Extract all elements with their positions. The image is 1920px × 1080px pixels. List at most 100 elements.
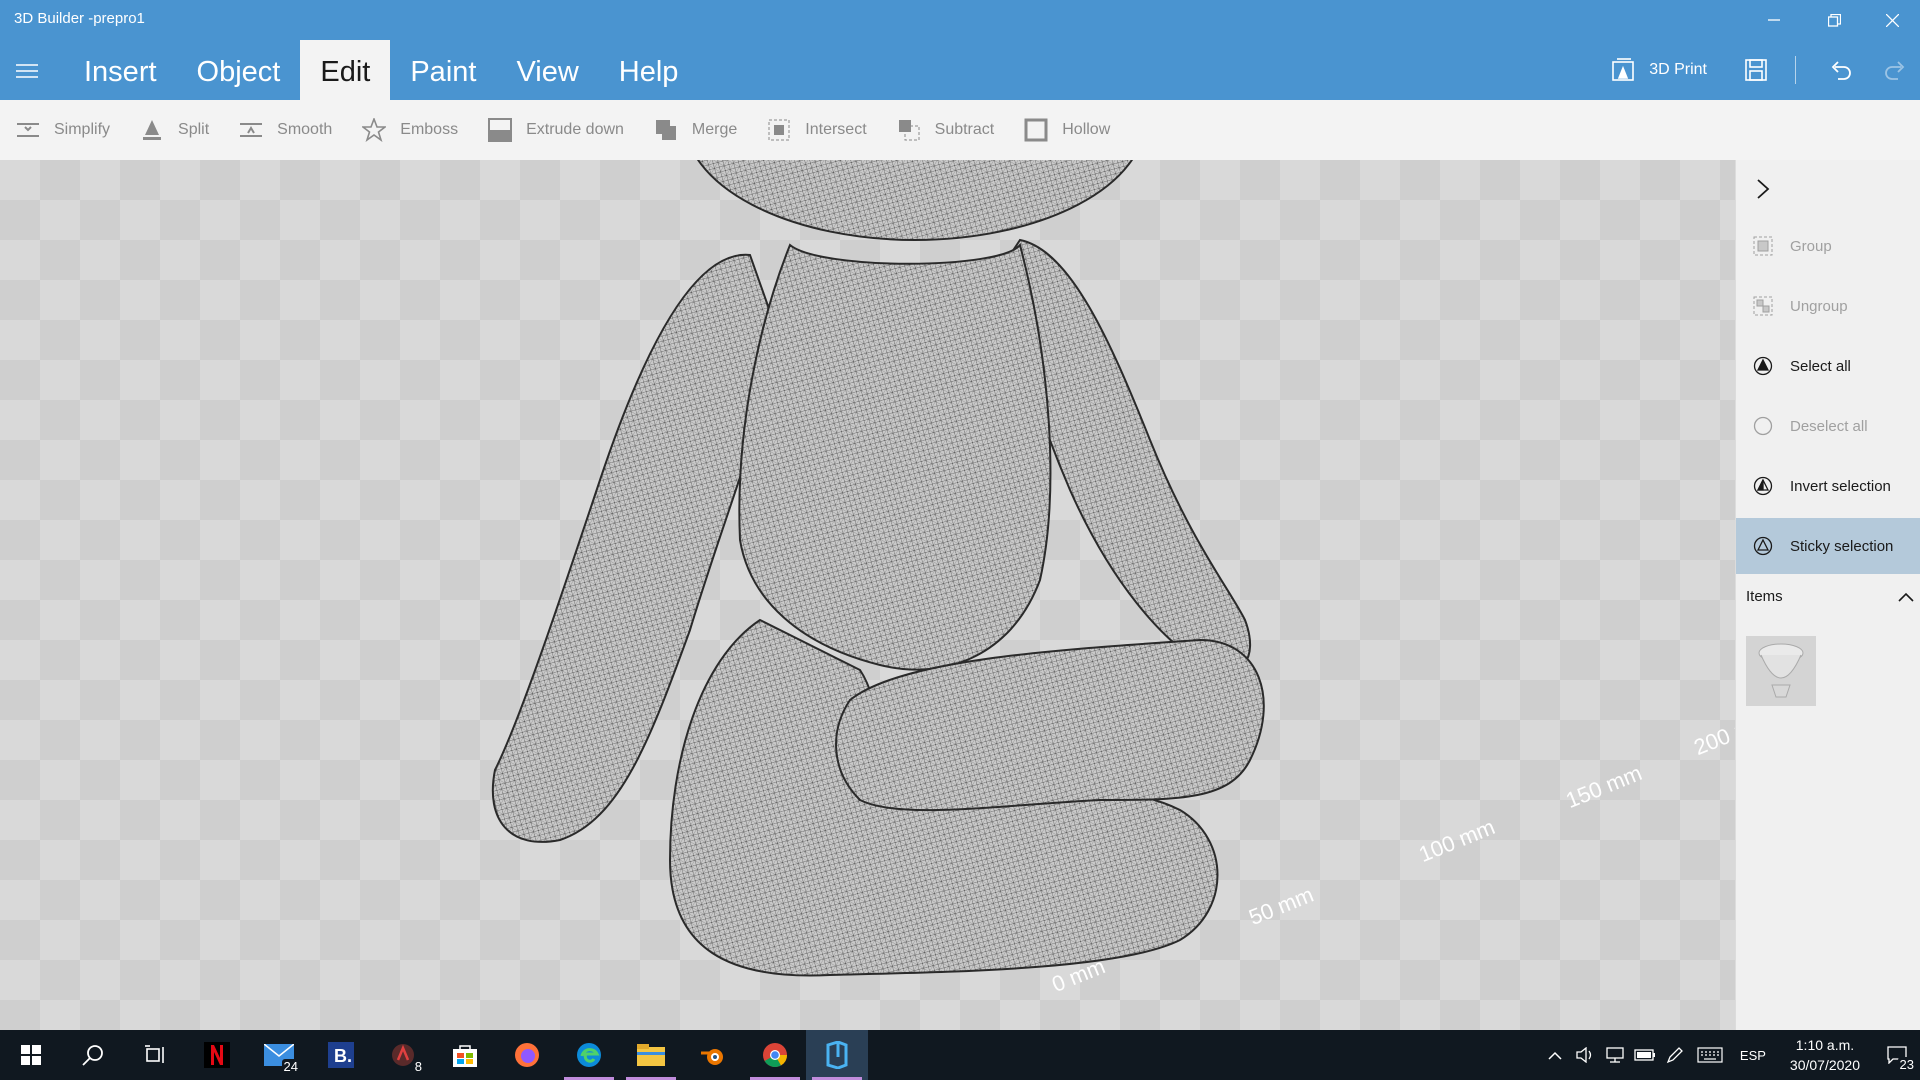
extrude-down-label: Extrude down [526,121,624,138]
ungroup-button[interactable]: Ungroup [1736,278,1920,334]
file-explorer-app[interactable] [620,1030,682,1080]
undo-button[interactable] [1826,55,1856,85]
select-all-icon [1752,355,1774,377]
merge-button[interactable]: Merge [654,118,737,142]
firefox-app[interactable] [496,1030,558,1080]
taskbar: 24 B. 8 ESP 1:10 a.m. 30/07/2020 23 [0,1030,1920,1080]
battery-button[interactable] [1630,1030,1660,1080]
booking-app[interactable]: B. [310,1030,372,1080]
ungroup-label: Ungroup [1790,297,1848,315]
minimize-button[interactable] [1746,4,1802,36]
intersect-button[interactable]: Intersect [767,118,867,142]
save-button[interactable] [1741,55,1771,85]
invert-selection-button[interactable]: Invert selection [1736,458,1920,514]
emboss-button[interactable]: Emboss [362,118,458,142]
items-section-header[interactable]: Items [1746,588,1914,605]
app-with-badge[interactable]: 8 [372,1030,434,1080]
app-badge: 8 [412,1059,424,1074]
edge-app[interactable] [558,1030,620,1080]
3d-print-label: 3D Print [1649,61,1707,78]
windows-icon [21,1045,41,1065]
3d-print-icon [1612,58,1635,81]
restore-button[interactable] [1806,4,1862,36]
extrude-down-button[interactable]: Extrude down [488,118,624,142]
hollow-button[interactable]: Hollow [1024,118,1110,142]
ungroup-icon [1752,295,1774,317]
chrome-app[interactable] [744,1030,806,1080]
items-header-label: Items [1746,588,1783,605]
tab-insert[interactable]: Insert [64,40,177,100]
notification-count: 23 [1897,1057,1916,1072]
smooth-label: Smooth [277,121,333,138]
edit-toolbar: Simplify Split Smooth Emboss Extrude dow… [0,100,1920,160]
split-button[interactable]: Split [140,118,209,142]
show-hidden-icons-button[interactable] [1540,1030,1570,1080]
selection-panel: Group Ungroup Select all Deselect all In… [1735,160,1920,1030]
split-label: Split [178,121,210,138]
redo-icon [1885,61,1905,80]
hamburger-icon [16,64,38,78]
intersect-icon [767,118,791,142]
touch-keyboard-button[interactable] [1690,1030,1730,1080]
simplify-label: Simplify [54,121,111,138]
ribbon-actions: 3D Print [1611,40,1920,100]
undo-icon [1831,61,1851,80]
tab-edit[interactable]: Edit [300,40,391,100]
collapse-panel-button[interactable] [1756,178,1770,205]
item-thumbnail[interactable] [1746,636,1816,706]
search-icon [82,1045,103,1066]
merge-label: Merge [691,121,738,138]
menu-button[interactable] [14,58,40,84]
language-indicator[interactable]: ESP [1730,1030,1776,1080]
clock[interactable]: 1:10 a.m. 30/07/2020 [1790,1035,1860,1075]
start-button[interactable] [0,1030,62,1080]
wireframe-model[interactable] [0,160,1735,1030]
search-button[interactable] [62,1030,124,1080]
sticky-selection-icon [1752,535,1774,557]
redo-button[interactable] [1880,55,1910,85]
intersect-label: Intersect [805,121,867,138]
close-icon [1885,13,1899,27]
sticky-selection-button[interactable]: Sticky selection [1736,518,1920,574]
deselect-all-button[interactable]: Deselect all [1736,398,1920,454]
network-icon [1606,1047,1624,1063]
svg-text:B.: B. [334,1046,352,1066]
3d-viewport[interactable]: 0 mm 50 mm 100 mm 150 mm 200 mm [0,160,1735,1030]
tab-paint[interactable]: Paint [390,40,496,100]
simplify-icon [16,118,40,142]
netflix-app[interactable] [186,1030,248,1080]
hollow-icon [1024,118,1048,142]
subtract-label: Subtract [934,121,995,138]
3d-builder-app[interactable] [806,1030,868,1080]
tab-help[interactable]: Help [599,40,699,100]
hollow-label: Hollow [1062,121,1111,138]
close-button[interactable] [1864,4,1920,36]
minimize-icon [1768,19,1780,21]
smooth-icon [239,118,263,142]
subtract-icon [897,118,921,142]
network-button[interactable] [1600,1030,1630,1080]
group-button[interactable]: Group [1736,218,1920,274]
select-all-button[interactable]: Select all [1736,338,1920,394]
action-center-button[interactable]: 23 [1874,1030,1920,1080]
folder-icon [637,1044,665,1066]
mail-badge: 24 [281,1059,300,1074]
restore-icon [1827,13,1841,27]
task-view-button[interactable] [124,1030,186,1080]
subtract-button[interactable]: Subtract [897,118,995,142]
blender-app[interactable] [682,1030,744,1080]
split-icon [140,118,164,142]
tab-object[interactable]: Object [177,40,301,100]
tab-view[interactable]: View [496,40,598,100]
extrude-down-icon [488,118,513,142]
store-app[interactable] [434,1030,496,1080]
ribbon-tabs: Insert Object Edit Paint View Help [64,40,698,100]
smooth-button[interactable]: Smooth [239,118,332,142]
3d-print-button[interactable]: 3D Print [1611,58,1707,82]
volume-button[interactable] [1570,1030,1600,1080]
system-tray: ESP 1:10 a.m. 30/07/2020 23 [1540,1030,1920,1080]
mail-app[interactable]: 24 [248,1030,310,1080]
simplify-button[interactable]: Simplify [16,118,110,142]
pen-button[interactable] [1660,1030,1690,1080]
chevron-up-icon [1548,1051,1562,1060]
